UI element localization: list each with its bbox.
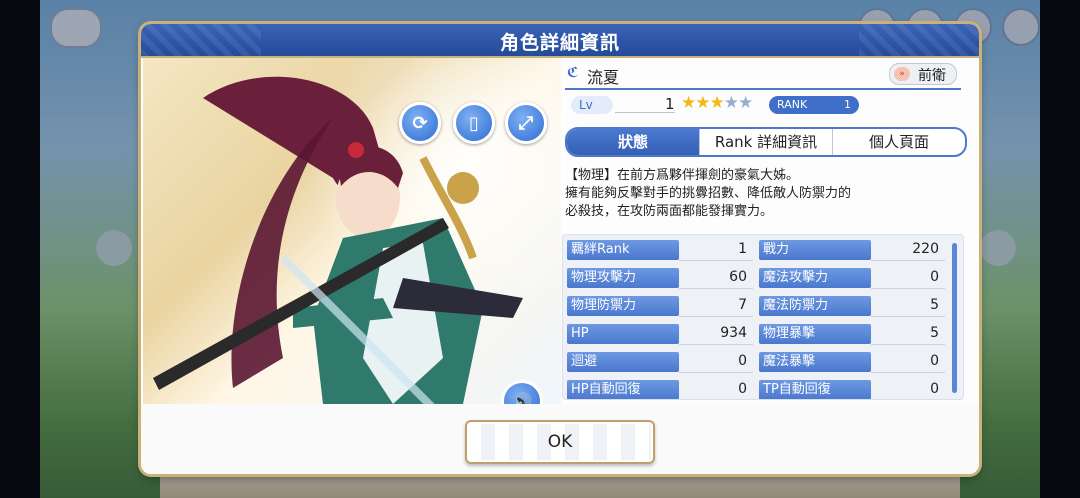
stat-cell: TP自動回復 0 <box>759 380 945 399</box>
game-screen: 角色詳細資訊 ⟳ ▯ ⤢ 🔊 ℭ 流夏 » 前衛 Lv 1 ★★★★★ RANK… <box>0 0 1080 498</box>
stats-scrollbar[interactable] <box>952 243 957 393</box>
stat-cell: HP自動回復 0 <box>567 380 753 399</box>
description-line: 必殺技，在攻防兩面都能發揮實力。 <box>565 204 774 219</box>
stat-cell: HP 934 <box>567 324 753 346</box>
stat-label: 物理攻擊力 <box>567 268 679 288</box>
character-type-icon: ℭ <box>567 65 579 81</box>
tab-status[interactable]: 狀態 <box>567 129 700 155</box>
star-filled-icon: ★ <box>695 93 710 113</box>
stat-label: 迴避 <box>567 352 679 372</box>
stat-row: 物理防禦力 7 魔法防禦力 5 <box>567 296 945 324</box>
character-description: 【物理】在前方爲夥伴揮劍的豪氣大姊。 擁有能夠反擊對手的挑釁招數、降低敵人防禦力… <box>565 167 961 221</box>
stat-cell: 魔法防禦力 5 <box>759 296 945 318</box>
role-label: 前衛 <box>918 68 946 84</box>
stat-value: 60 <box>729 269 747 285</box>
stat-cell: 物理暴擊 5 <box>759 324 945 346</box>
stat-cell: 羈絆Rank 1 <box>567 240 753 262</box>
stat-label: HP自動回復 <box>567 380 679 399</box>
stat-value: 5 <box>930 297 939 313</box>
detail-tabs: 狀態 Rank 詳細資訊 個人頁面 <box>565 127 967 157</box>
stat-divider <box>679 260 753 261</box>
stat-divider <box>871 288 945 289</box>
stat-label: HP <box>567 324 679 344</box>
rank-badge: RANK 1 <box>769 96 859 114</box>
dialog-title: 角色詳細資訊 <box>499 32 620 54</box>
stat-label: 物理防禦力 <box>567 296 679 316</box>
stat-value: 0 <box>930 353 939 369</box>
stat-cell: 迴避 0 <box>567 352 753 374</box>
stat-label: 魔法防禦力 <box>759 296 871 316</box>
stat-cell: 戰力 220 <box>759 240 945 262</box>
stat-divider <box>871 344 945 345</box>
stat-label: TP自動回復 <box>759 380 871 399</box>
character-name: 流夏 <box>587 68 620 87</box>
star-rating: ★★★★★ <box>681 93 753 113</box>
stat-divider <box>871 260 945 261</box>
stats-panel[interactable]: 羈絆Rank 1 戰力 220 物理攻擊力 60 魔法攻擊力 0 物理防禦力 7 魔法防禦力 5 HP 9… <box>562 234 964 400</box>
stat-value: 5 <box>930 325 939 341</box>
character-detail-dialog: 角色詳細資訊 ⟳ ▯ ⤢ 🔊 ℭ 流夏 » 前衛 Lv 1 ★★★★★ RANK… <box>141 24 979 474</box>
card-icon[interactable]: ▯ <box>453 102 495 144</box>
level-row: Lv 1 ★★★★★ RANK 1 <box>565 93 961 116</box>
description-line: 【物理】在前方爲夥伴揮劍的豪氣大姊。 <box>565 168 800 183</box>
stat-value: 0 <box>930 269 939 285</box>
rotate-icon[interactable]: ⟳ <box>399 102 441 144</box>
star-empty-icon: ★ <box>738 93 753 113</box>
star-empty-icon: ★ <box>723 93 739 113</box>
stat-row: 迴避 0 魔法暴擊 0 <box>567 352 945 380</box>
stat-label: 魔法暴擊 <box>759 352 871 372</box>
character-portrait: ⟳ ▯ ⤢ 🔊 <box>143 58 561 404</box>
stat-label: 魔法攻擊力 <box>759 268 871 288</box>
dialog-header: 角色詳細資訊 <box>141 24 979 58</box>
vanguard-icon: » <box>894 67 910 81</box>
level-value: 1 <box>665 95 675 113</box>
character-artwork <box>153 76 523 404</box>
stat-cell: 魔法暴擊 0 <box>759 352 945 374</box>
stat-value: 0 <box>930 381 939 397</box>
expand-icon[interactable]: ⤢ <box>505 102 547 144</box>
dialog-footer: OK <box>141 404 979 474</box>
stat-cell: 魔法攻擊力 0 <box>759 268 945 290</box>
tab-rank-details[interactable]: Rank 詳細資訊 <box>700 129 833 155</box>
description-line: 擁有能夠反擊對手的挑釁招數、降低敵人防禦力的 <box>565 186 852 201</box>
stat-row: 羈絆Rank 1 戰力 220 <box>567 240 945 268</box>
rank-value: 1 <box>844 98 851 111</box>
stat-divider <box>679 288 753 289</box>
stat-value: 7 <box>738 297 747 313</box>
stat-divider <box>679 344 753 345</box>
rank-label: RANK <box>777 98 808 111</box>
stat-divider <box>679 316 753 317</box>
role-badge: » 前衛 <box>889 63 957 85</box>
stat-divider <box>679 372 753 373</box>
name-bar: ℭ 流夏 » 前衛 <box>565 62 961 90</box>
star-filled-icon: ★ <box>709 93 725 113</box>
stat-value: 220 <box>912 241 939 257</box>
stat-cell: 物理防禦力 7 <box>567 296 753 318</box>
tab-personal-page[interactable]: 個人頁面 <box>833 129 965 155</box>
stat-label: 物理暴擊 <box>759 324 871 344</box>
stat-row: HP 934 物理暴擊 5 <box>567 324 945 352</box>
stat-divider <box>871 316 945 317</box>
stat-divider <box>871 372 945 373</box>
stat-cell: 物理攻擊力 60 <box>567 268 753 290</box>
stat-label: 羈絆Rank <box>567 240 679 260</box>
stat-row: HP自動回復 0 TP自動回復 0 <box>567 380 945 399</box>
stat-value: 0 <box>738 381 747 397</box>
scroll-thumb[interactable] <box>952 243 957 393</box>
stat-row: 物理攻擊力 60 魔法攻擊力 0 <box>567 268 945 296</box>
stat-value: 934 <box>720 325 747 341</box>
stat-value: 1 <box>738 241 747 257</box>
star-filled-icon: ★ <box>681 93 696 113</box>
stat-label: 戰力 <box>759 240 871 260</box>
level-label: Lv <box>571 96 613 114</box>
stats-grid: 羈絆Rank 1 戰力 220 物理攻擊力 60 魔法攻擊力 0 物理防禦力 7 魔法防禦力 5 HP 9… <box>567 240 945 399</box>
ok-button[interactable]: OK <box>465 420 655 464</box>
stat-value: 0 <box>738 353 747 369</box>
